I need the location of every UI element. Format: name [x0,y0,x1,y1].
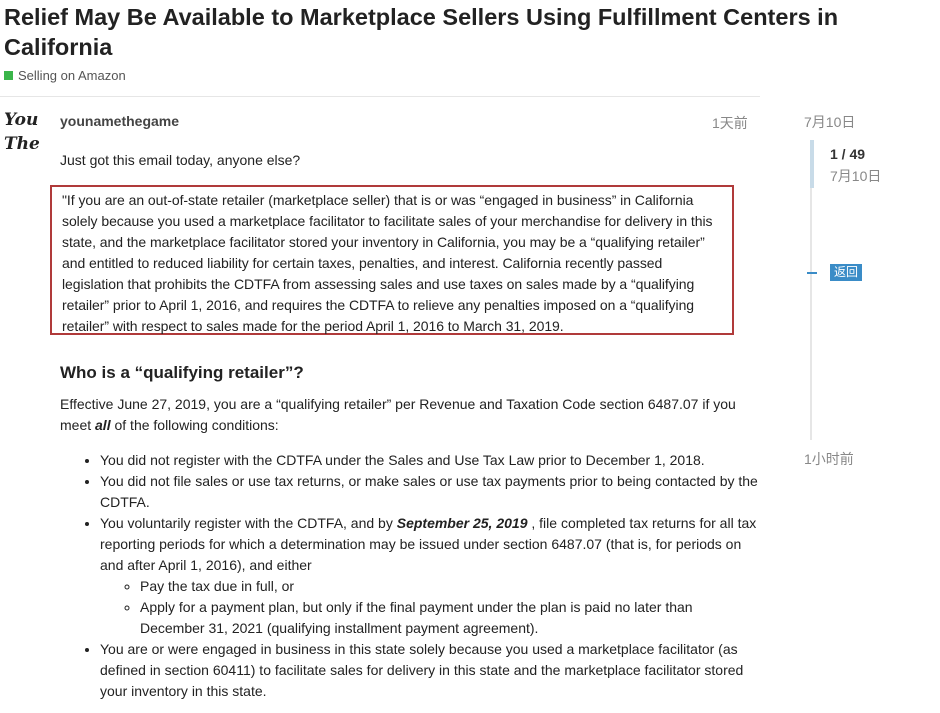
list-item: You did not file sales or use tax return… [100,471,760,513]
para-emphasis: all [95,417,111,433]
highlighted-quote: "If you are an out-of-state retailer (ma… [50,185,734,335]
category-color-swatch [4,71,13,80]
timeline-current-date: 7月10日 [830,168,882,184]
back-button[interactable]: 返回 [830,264,863,281]
title-divider [0,96,760,97]
category-badge[interactable]: Selling on Amazon [4,68,126,83]
timeline-post-count: 1 / 49 [830,146,866,162]
topic-timeline: 7月10日 1 / 49 7月10日 返回 1小时前 [780,100,940,480]
timeline-end-date[interactable]: 1小时前 [804,449,854,469]
timeline-back-marker [807,272,817,274]
list-item: Pay the tax due in full, or [140,576,760,597]
category-label: Selling on Amazon [18,68,126,83]
conditions-list: You did not register with the CDTFA unde… [60,450,760,702]
sub-option-1: Pay the tax due in full, or [140,578,295,594]
list-item: You did not register with the CDTFA unde… [100,450,760,471]
conditions-intro: Effective June 27, 2019, you are a “qual… [60,394,760,436]
condition-4: You are or were engaged in business in t… [100,641,744,699]
list-item: Apply for a payment plan, but only if th… [140,597,760,639]
avatar[interactable]: You The [4,108,52,160]
sub-option-2: Apply for a payment plan, but only if th… [140,599,693,636]
list-item: You are or were engaged in business in t… [100,639,760,702]
post-intro: Just got this email today, anyone else? [60,152,301,168]
timeline-start-date[interactable]: 7月10日 [804,112,855,132]
condition-3-before: You voluntarily register with the CDTFA,… [100,515,397,531]
list-item: You voluntarily register with the CDTFA,… [100,513,760,639]
section-heading: Who is a “qualifying retailer”? [60,363,304,382]
post-date[interactable]: 1天前 [712,113,748,133]
topic-title: Relief May Be Available to Marketplace S… [4,4,839,60]
condition-1: You did not register with the CDTFA unde… [100,452,705,468]
condition-3-sublist: Pay the tax due in full, or Apply for a … [100,576,760,639]
condition-3-deadline: September 25, 2019 [396,515,528,531]
condition-2: You did not file sales or use tax return… [100,473,758,510]
timeline-scroll-handle[interactable] [810,140,814,188]
quote-text: "If you are an out-of-state retailer (ma… [62,192,713,334]
post-username[interactable]: younamethegame [60,113,179,129]
para-after: of the following conditions: [110,417,279,433]
